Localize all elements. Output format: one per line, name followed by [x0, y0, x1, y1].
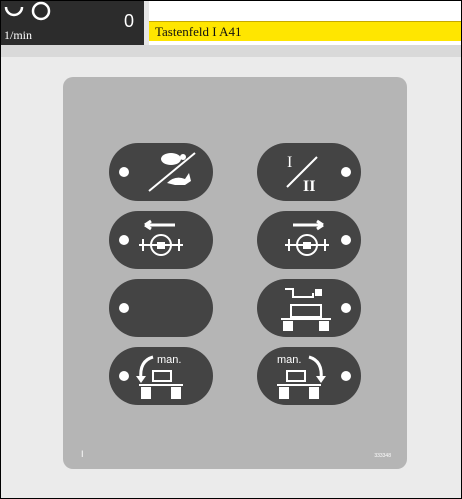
rpm-display: 1/min 0 — [1, 1, 144, 45]
empty-key[interactable] — [109, 279, 213, 337]
axle-lock-left-icon — [139, 219, 183, 256]
I-II-icon: I II — [286, 154, 318, 195]
turtle-hare-icon — [148, 152, 196, 192]
gear-I-II-key[interactable]: I II — [257, 143, 361, 201]
header-strip — [1, 45, 461, 57]
axle-lock-right-icon — [285, 219, 329, 256]
top-bar: 1/min 0 Tastenfeld I A41 — [1, 1, 461, 45]
page-title: Tastenfeld I A41 — [149, 21, 461, 41]
title-top-space — [149, 1, 461, 21]
led-indicator — [119, 303, 129, 313]
manual-left-icon: man. — [136, 354, 183, 399]
manual-left-key[interactable]: man. — [109, 347, 213, 405]
panel-id-label: I — [81, 449, 84, 459]
speed-range-key[interactable] — [109, 143, 213, 201]
axle-left-key[interactable] — [109, 211, 213, 269]
app-frame: 1/min 0 Tastenfeld I A41 I II man. man. … — [0, 0, 462, 499]
panel-part-number: 333348 — [374, 453, 391, 459]
hitch-lock-key[interactable] — [257, 279, 361, 337]
manual-right-label: man. — [277, 354, 301, 366]
keypad-panel: I II man. man. I 333348 — [63, 77, 407, 469]
svg-text:I: I — [287, 154, 292, 171]
rpm-gauge-icon — [4, 1, 51, 21]
rpm-value: 0 — [123, 11, 134, 31]
rpm-unit: 1/min — [4, 28, 33, 42]
hitch-lock-icon — [281, 288, 331, 331]
manual-right-key[interactable]: man. — [257, 347, 361, 405]
manual-left-label: man. — [157, 354, 181, 366]
svg-text:II: II — [303, 178, 315, 195]
axle-right-key[interactable] — [257, 211, 361, 269]
manual-right-icon: man. — [277, 354, 326, 399]
